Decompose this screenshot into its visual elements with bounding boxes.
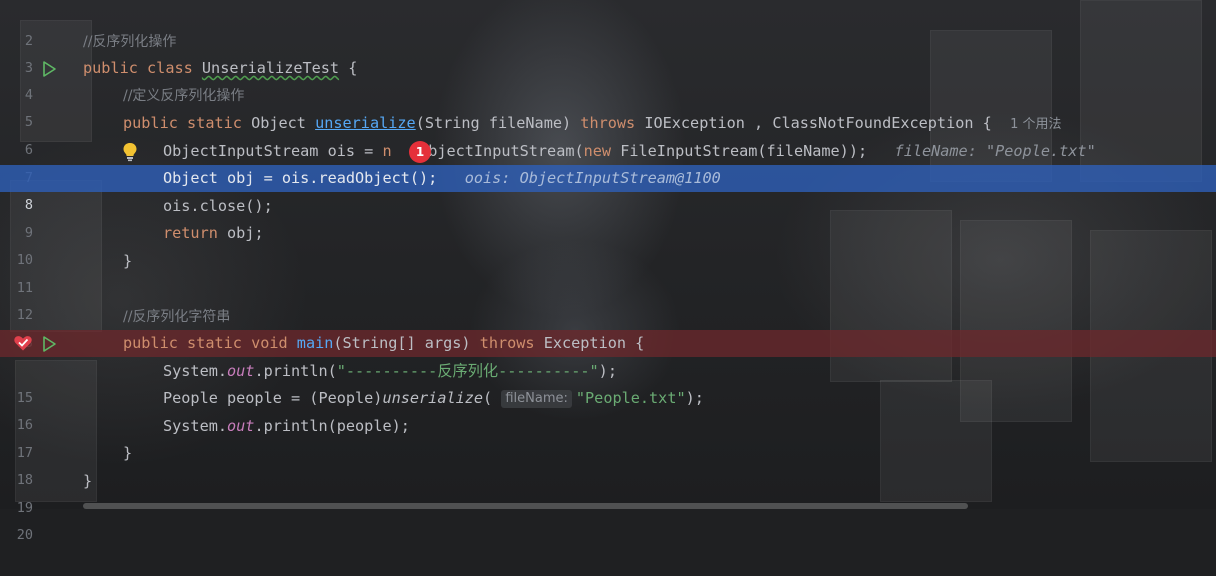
code-text: { — [339, 59, 358, 77]
code-line[interactable]: 17 System.out.println(people); — [0, 413, 1216, 461]
code-line[interactable]: 18 } — [0, 440, 1216, 488]
keyword: return — [163, 224, 218, 242]
keyword: new — [583, 142, 612, 160]
error-badge[interactable]: 1 — [409, 141, 431, 163]
code-text: } — [123, 252, 133, 270]
static-field: out — [227, 362, 255, 380]
code-line[interactable]: 19 } — [0, 468, 1216, 516]
type: Object — [251, 114, 306, 132]
keyword: public — [123, 114, 178, 132]
code-line[interactable]: 16 People people = (People)unserialize( … — [0, 385, 1216, 433]
keyword: public — [123, 334, 178, 352]
code-text: People people = (People) — [163, 389, 383, 407]
code-text: ois.close(); — [163, 197, 273, 215]
method-name[interactable]: main — [297, 334, 334, 352]
code-text: } — [83, 472, 93, 490]
code-text: ObjectInputStream ois = — [163, 142, 383, 160]
code-line[interactable]: 3 //反序列化操作 — [0, 28, 1216, 76]
class-name: UnserializeTest — [201, 59, 340, 77]
usages-hint[interactable]: 1 个用法 — [1010, 117, 1061, 132]
static-field: out — [227, 417, 255, 435]
code-text: FileInputStream(fileName)); — [611, 142, 868, 160]
debug-value-hint: fileName: "People.txt" — [894, 142, 1096, 160]
code-line[interactable]: 11 } — [0, 248, 1216, 296]
method-call[interactable]: unserialize — [382, 389, 483, 407]
method-name[interactable]: unserialize — [315, 114, 416, 132]
run-gutter-icon[interactable] — [40, 60, 58, 78]
code-line[interactable]: 10 return obj; — [0, 220, 1216, 268]
code-text: (String[] args) — [333, 334, 480, 352]
code-text: ObjectInputStream( — [419, 142, 584, 160]
code-line[interactable]: 6 public static Object unserialize(Strin… — [0, 110, 1216, 158]
code-line[interactable]: 13 //反序列化字符串 — [0, 303, 1216, 351]
comment: //反序列化字符串 — [123, 309, 231, 325]
code-line[interactable]: 15 System.out.println("----------反序列化---… — [0, 358, 1216, 406]
breakpoint-line[interactable]: public static void main(String[] args) t… — [0, 330, 1216, 357]
code-line[interactable]: 4 public class UnserializeTest { — [0, 55, 1216, 103]
code-text: IOException , ClassNotFoundException { — [644, 114, 992, 132]
string-literal: "People.txt" — [575, 389, 686, 407]
intention-bulb-icon[interactable] — [121, 142, 139, 162]
code-text: Object obj = ois.readObject(); — [163, 169, 438, 187]
breakpoint-icon[interactable] — [13, 334, 33, 352]
comment: //反序列化操作 — [83, 34, 177, 50]
keyword: static — [187, 114, 242, 132]
keyword-partial: n — [382, 142, 392, 160]
code-text: ); — [598, 362, 617, 380]
line-number: 20 — [16, 527, 33, 543]
debug-value-hint: oois: ObjectInputStream@1100 — [464, 169, 721, 187]
horizontal-scrollbar[interactable] — [83, 503, 968, 509]
code-editor[interactable]: 2 3 //反序列化操作 4 public class UnserializeT… — [0, 0, 1216, 543]
code-text: (String fileName) — [415, 114, 572, 132]
code-text: System. — [163, 362, 228, 380]
code-line[interactable]: 7 ObjectInputStream ois = n ObjectInputS… — [0, 138, 1216, 186]
code-line[interactable]: 9 ois.close(); — [0, 193, 1216, 241]
keyword: class — [147, 59, 193, 77]
keyword: static — [187, 334, 242, 352]
code-text: } — [123, 444, 133, 462]
keyword: public — [83, 59, 138, 77]
code-text: Exception { — [534, 334, 645, 352]
keyword: void — [251, 334, 288, 352]
code-text: System. — [163, 417, 228, 435]
code-line[interactable]: 12 — [0, 275, 1216, 323]
run-gutter-icon[interactable] — [40, 335, 58, 353]
code-line[interactable]: 2 — [0, 1, 1216, 49]
string-literal: "----------反序列化----------" — [336, 362, 599, 380]
keyword: throws — [580, 114, 636, 132]
parameter-inlay-hint: fileName: — [501, 390, 572, 408]
code-text: ); — [685, 389, 704, 407]
code-text: obj; — [217, 224, 264, 242]
code-text: .println(people); — [254, 417, 410, 435]
comment: //定义反序列化操作 — [123, 88, 245, 104]
current-execution-line[interactable]: 8 Object obj = ois.readObject(); oois: O… — [0, 165, 1216, 213]
code-text: ( — [483, 389, 493, 407]
code-text: .println( — [254, 362, 337, 380]
keyword: throws — [479, 334, 535, 352]
code-line[interactable]: 5 //定义反序列化操作 — [0, 82, 1216, 130]
